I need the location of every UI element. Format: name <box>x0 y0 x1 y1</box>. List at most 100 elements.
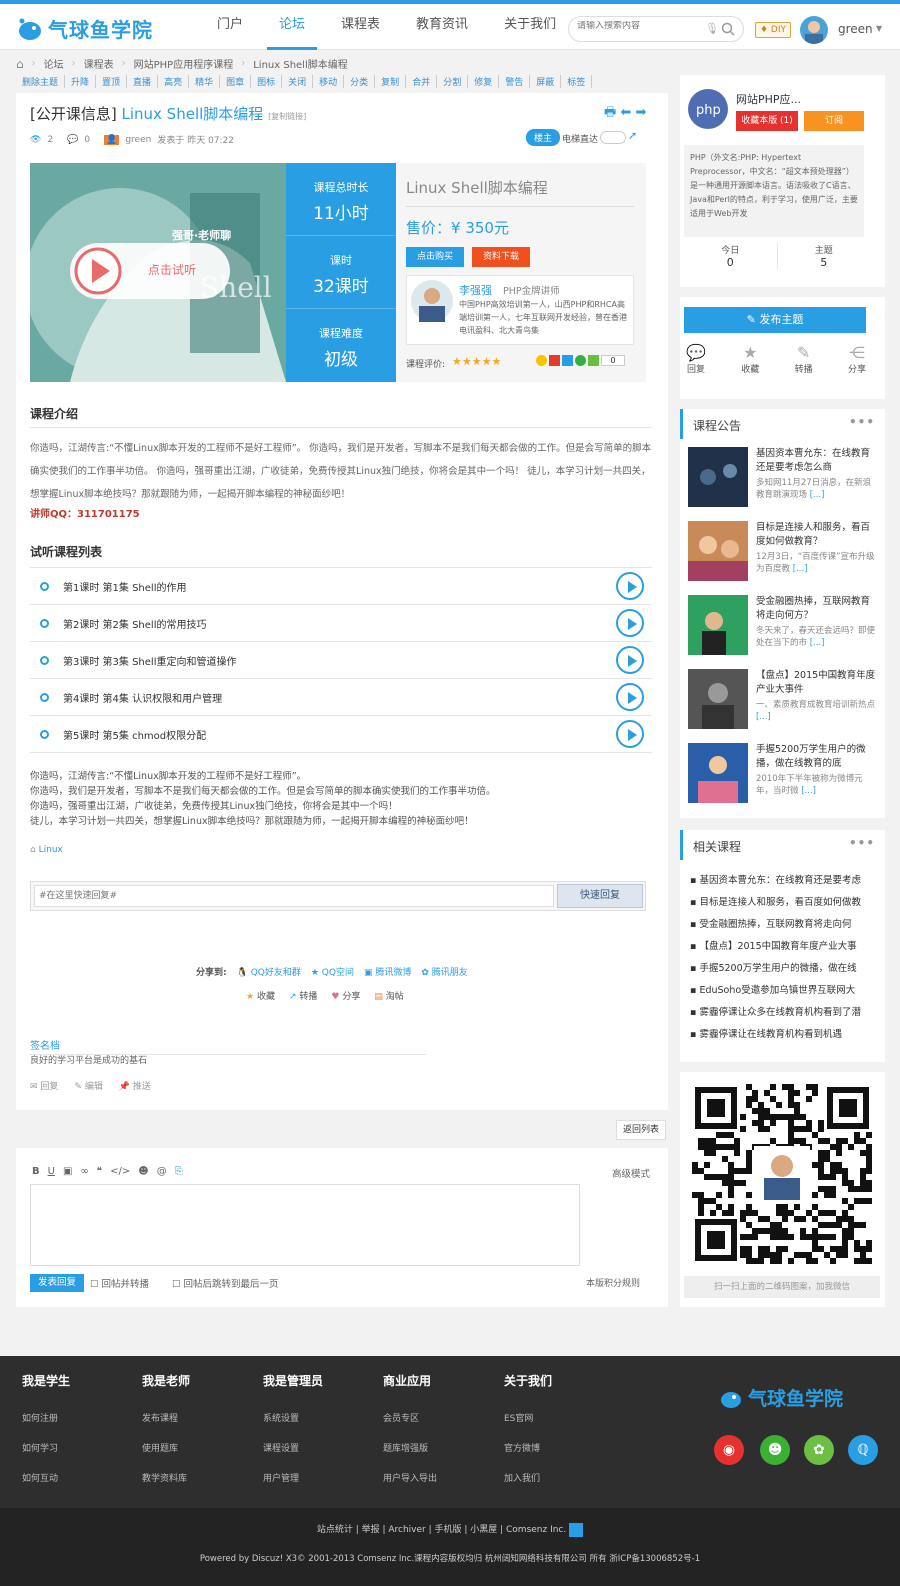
crumb-schedule[interactable]: 课程表 <box>84 56 114 71</box>
crumb-board[interactable]: 网站PHP应用程序课程 <box>134 56 234 71</box>
reply-panel-item[interactable]: 💬 回复 <box>686 343 706 375</box>
mod-tool[interactable]: 修复 <box>468 75 500 88</box>
quick-reply-input[interactable] <box>34 885 554 907</box>
footer-link[interactable]: 使用题库 <box>142 1441 190 1454</box>
play-icon[interactable] <box>616 609 644 637</box>
footer-link[interactable]: 用户导入导出 <box>383 1471 437 1484</box>
site-logo[interactable]: 气球鱼学院 <box>16 14 153 43</box>
favorite-forum-button[interactable]: 收藏本版 (1) <box>736 111 798 131</box>
mod-tool[interactable]: 高亮 <box>158 75 190 88</box>
quote-icon[interactable]: ❝ <box>97 1166 102 1177</box>
download-button[interactable]: 资料下载 <box>472 247 530 267</box>
chevron-down-icon[interactable]: ▼ <box>876 24 882 33</box>
back-to-list-button[interactable]: 返回列表 <box>616 1120 666 1140</box>
play-icon[interactable] <box>616 572 644 600</box>
mod-tool[interactable]: 升降 <box>65 75 97 88</box>
lesson-item[interactable]: 第3课时 第3集 Shell重定向和管道操作 <box>30 642 652 679</box>
attach-icon[interactable]: ⎘ <box>175 1166 183 1177</box>
avatar[interactable] <box>800 16 828 44</box>
share-action[interactable]: ♥ 分享 <box>331 989 360 1002</box>
notice-item[interactable]: 手握5200万学生用户的微播，做在线教育的底 2010年下半年被称为微博元年，当… <box>688 743 878 809</box>
footer-link[interactable]: 教学资料库 <box>142 1471 190 1484</box>
wechat-icon[interactable] <box>575 355 586 366</box>
footer-link[interactable]: 发布课程 <box>142 1411 190 1424</box>
notice-item[interactable]: 目标是连接人和服务，看百度如何做教育？ 12月3日，“百度传课”宣布升级为百度教… <box>688 521 878 587</box>
jump-icon[interactable]: ➚ <box>628 129 637 142</box>
emoji-icon[interactable]: ☻ <box>138 1166 148 1177</box>
subscribe-button[interactable]: 订阅 <box>804 111 864 131</box>
course-banner[interactable]: 强哥·老师聊 点击试听 Shell <box>30 163 286 382</box>
mod-tool[interactable]: 屏蔽 <box>530 75 562 88</box>
footer-links[interactable]: 站点统计 | 举报 | Archiver | 手机版 | 小黑屋 | Comse… <box>0 1522 900 1537</box>
related-item[interactable]: ▪ EduSoho受邀参加乌镇世界互联网大 <box>690 982 878 996</box>
notice-item[interactable]: 受金融圈热捧，互联网教育将走向何方？ 冬天来了，春天还会远吗？即便处在当下的市 … <box>688 595 878 661</box>
lesson-item[interactable]: 第1课时 第1集 Shell的作用 <box>30 568 652 605</box>
mod-tool[interactable]: 复制 <box>375 75 407 88</box>
repost-panel-item[interactable]: ✎ 转播 <box>795 343 813 375</box>
teacher-avatar[interactable] <box>411 280 453 322</box>
more-icon[interactable]: ••• <box>849 836 875 850</box>
underline-icon[interactable]: U <box>48 1166 55 1177</box>
footer-logo[interactable]: 气球鱼学院 <box>718 1384 843 1411</box>
mod-tool[interactable]: 删除主题 <box>16 75 66 88</box>
footer-link[interactable]: 题库增强版 <box>383 1441 437 1454</box>
lesson-item[interactable]: 第5课时 第5集 chmod权限分配 <box>30 716 652 753</box>
tqq-icon[interactable] <box>562 355 573 366</box>
footer-link[interactable]: 用户管理 <box>263 1471 323 1484</box>
footer-link[interactable]: 如何学习 <box>22 1441 70 1454</box>
forum-name[interactable]: 网站PHP应... <box>736 91 801 107</box>
footer-link[interactable]: ES官网 <box>504 1411 552 1424</box>
mod-tool[interactable]: 图标 <box>251 75 283 88</box>
footer-link[interactable]: 官方微博 <box>504 1441 552 1454</box>
print-icon[interactable]: 🖶 <box>604 105 616 120</box>
share-qzone[interactable]: ★ QQ空间 <box>311 965 354 978</box>
lesson-item[interactable]: 第4课时 第4集 认识权限和用户管理 <box>30 679 652 716</box>
prev-arrow-icon[interactable]: ⬅ <box>620 105 631 120</box>
username[interactable]: green <box>838 22 873 36</box>
advanced-mode[interactable]: 高级模式 <box>612 1166 650 1180</box>
nav-portal[interactable]: 门户 <box>205 4 255 50</box>
mod-tool[interactable]: 分割 <box>437 75 469 88</box>
nav-forum[interactable]: 论坛 <box>267 4 318 50</box>
mod-tool[interactable]: 直播 <box>127 75 159 88</box>
notice-item[interactable]: 【盘点】2015中国教育年度产业大事件 一、素质教育成教育培训新热点 [...] <box>688 669 878 735</box>
qzone-icon[interactable] <box>536 355 547 366</box>
favorite-action[interactable]: ★ 收藏 <box>246 989 275 1002</box>
related-item[interactable]: ▪ 目标是连接人和服务，看百度如何做教 <box>690 894 878 908</box>
mod-tool[interactable]: 关闭 <box>282 75 314 88</box>
share-tfriends[interactable]: ✿ 腾讯朋友 <box>421 965 467 978</box>
buy-button[interactable]: 点击购买 <box>406 247 464 267</box>
floor-input[interactable] <box>600 131 626 144</box>
related-item[interactable]: ▪ 雾霾停课让众多在线教育机构看到了潜 <box>690 1004 878 1018</box>
notice-item[interactable]: 基因资本曹允东：在线教育还是要考虑怎么商 多知网11月27日消息，在新浪教育跳演… <box>688 447 878 513</box>
mod-tool[interactable]: 合并 <box>406 75 438 88</box>
image-icon[interactable]: ▣ <box>63 1166 72 1177</box>
credit-rules-link[interactable]: 本版积分规则 <box>586 1276 640 1289</box>
pengyou-icon[interactable]: ✿ <box>804 1435 834 1465</box>
push-action[interactable]: 📌 推送 <box>119 1079 151 1092</box>
play-icon[interactable] <box>616 720 644 748</box>
mod-tool[interactable]: 标签 <box>561 75 593 88</box>
home-icon[interactable]: ⌂ <box>16 57 24 71</box>
nav-schedule[interactable]: 课程表 <box>329 4 392 50</box>
link-icon[interactable]: ∞ <box>80 1166 88 1177</box>
footer-link[interactable]: 系统设置 <box>263 1411 323 1424</box>
wechat-icon[interactable]: ☻ <box>760 1435 790 1465</box>
copy-link[interactable]: [复制链接] <box>268 112 306 121</box>
footer-link[interactable]: 加入我们 <box>504 1471 552 1484</box>
reply-action[interactable]: ✉ 回复 <box>30 1079 58 1092</box>
teacher-name[interactable]: 李强强 <box>459 282 492 298</box>
play-icon[interactable] <box>616 683 644 711</box>
more-icon[interactable]: ••• <box>849 415 875 429</box>
mod-tool[interactable]: 置顶 <box>96 75 128 88</box>
share-tweibo[interactable]: ▣ 腾讯微博 <box>364 965 411 978</box>
footer-link[interactable]: 如何互动 <box>22 1471 70 1484</box>
qq-icon[interactable]: ℚ <box>848 1435 878 1465</box>
mod-tool[interactable]: 图章 <box>220 75 252 88</box>
weibo-icon[interactable] <box>549 355 560 366</box>
related-item[interactable]: ▪ 雾霾停课让在线教育机构看到机遇 <box>690 1026 878 1040</box>
footer-link[interactable]: 会员专区 <box>383 1411 437 1424</box>
bold-icon[interactable]: B <box>32 1166 40 1177</box>
reply-textarea[interactable] <box>30 1184 580 1266</box>
repost-action[interactable]: ↗ 转播 <box>289 989 317 1002</box>
